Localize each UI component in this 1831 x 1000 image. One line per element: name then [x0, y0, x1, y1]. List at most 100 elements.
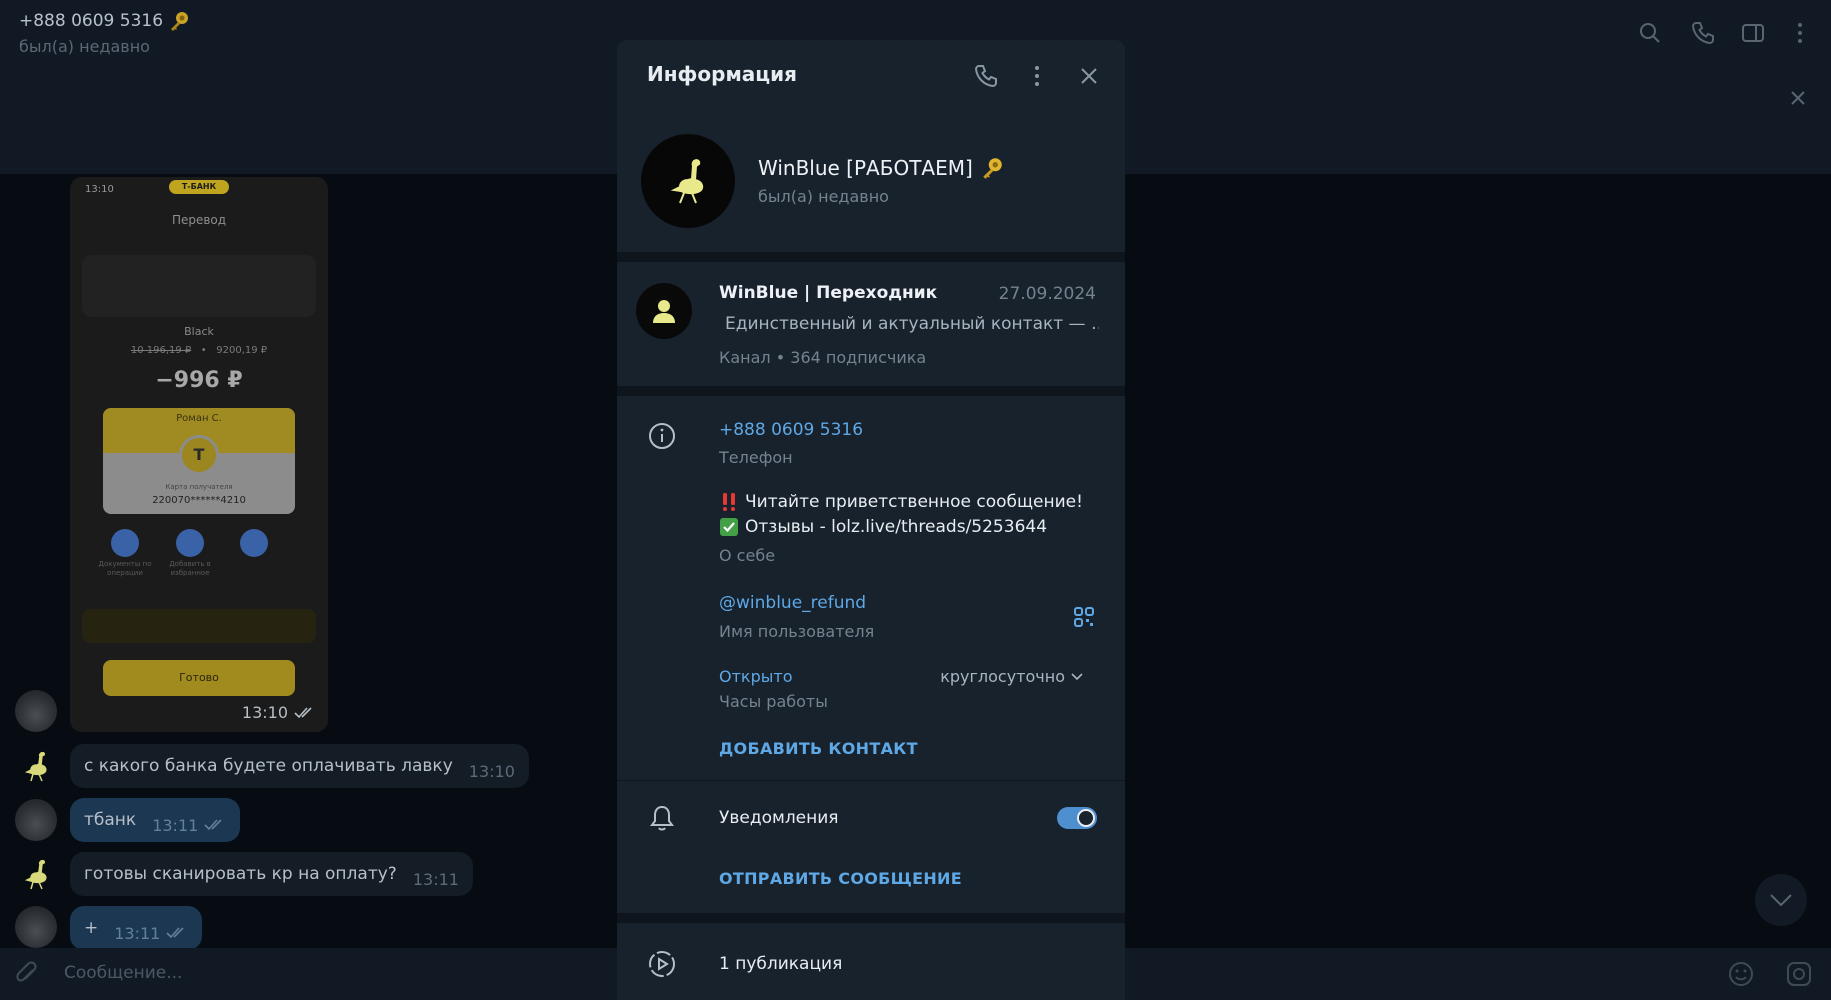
ostrich-icon	[24, 859, 47, 890]
bio-line-1-text: Читайте приветственное сообщение!	[745, 492, 1083, 512]
double-check-icon	[294, 706, 312, 718]
phone-strip	[82, 609, 316, 643]
camera-icon[interactable]	[1785, 960, 1813, 988]
avatar[interactable]	[15, 799, 57, 841]
message-bubble[interactable]: тбанк 13:11	[70, 798, 241, 842]
bio-line-2-text[interactable]: Отзывы - lolz.live/threads/5253644	[745, 517, 1047, 537]
sidebar-icon[interactable]	[1740, 20, 1766, 46]
publications-link[interactable]: 1 публикация	[719, 954, 842, 974]
phone-balances: 10 196,19 ₽ • 9200,19 ₽	[130, 345, 268, 356]
chat-title: +888 0609 5316	[19, 11, 164, 31]
message-bubble[interactable]: + 13:11	[70, 906, 203, 950]
profile-avatar[interactable]	[641, 134, 735, 228]
star-icon	[176, 529, 204, 557]
channel-description: Единственный и актуальный контакт — …	[719, 313, 1099, 335]
bank-logo: Т	[179, 435, 219, 475]
emoji-icon[interactable]	[1727, 960, 1755, 988]
info-panel: Информация WinBlue [РАБОТАЕМ] был(а) нед…	[617, 40, 1125, 1000]
chevron-down-icon	[1071, 672, 1083, 680]
message-time: 13:11	[114, 923, 161, 943]
channel-name[interactable]: WinBlue | Переходник	[719, 283, 937, 303]
key-icon	[983, 158, 1002, 179]
notifications-toggle[interactable]	[1057, 807, 1097, 829]
profile-status: был(а) недавно	[758, 187, 889, 206]
send-message-button[interactable]: ОТПРАВИТЬ СООБЩЕНИЕ	[719, 869, 962, 888]
message-text: готовы сканировать кр на оплату?	[84, 864, 397, 884]
user-icon	[653, 300, 675, 323]
phone-icon[interactable]	[972, 62, 1000, 90]
message-text: +	[84, 918, 99, 938]
chat-title-wrap[interactable]: +888 0609 5316	[19, 9, 191, 33]
bio-line-2: Отзывы - lolz.live/threads/5253644	[719, 517, 1047, 537]
bank-badge: Т-БАНК	[169, 180, 229, 194]
hours-value: круглосуточно	[940, 667, 1065, 686]
channel-desc-text: Единственный и актуальный контакт — …	[725, 314, 1099, 334]
phone-icon[interactable]	[1690, 20, 1716, 46]
add-contact-button[interactable]: ДОБАВИТЬ КОНТАКТ	[719, 739, 918, 758]
phone-status-bar: 13:10 Т-БАНК	[70, 177, 328, 201]
recipient-card: Роман С. Т Карта получателя 220070******…	[103, 408, 295, 514]
avatar[interactable]	[15, 906, 57, 948]
divider	[617, 252, 1125, 262]
message-text: с какого банка будете оплачивать лавку	[84, 756, 453, 776]
bio-line-1: Читайте приветственное сообщение!	[719, 492, 1083, 512]
phone-amount: −996 ₽	[155, 368, 243, 393]
toggle-knob	[1077, 809, 1095, 827]
ostrich-icon	[670, 159, 704, 204]
balance-old: 10 196,19 ₽	[130, 345, 192, 356]
close-icon[interactable]	[1075, 62, 1103, 90]
username-label: Имя пользователя	[719, 622, 875, 641]
search-icon[interactable]	[1637, 20, 1663, 46]
check-mark-icon	[720, 518, 738, 536]
attach-icon[interactable]	[14, 961, 40, 987]
phone-label: Телефон	[719, 448, 793, 467]
message-bubble[interactable]: готовы сканировать кр на оплату? 13:11	[70, 852, 473, 896]
hours-label: Часы работы	[719, 692, 828, 711]
avatar[interactable]	[15, 745, 57, 787]
close-icon[interactable]	[1786, 86, 1810, 110]
double-check-icon	[166, 927, 184, 939]
phone-screenshot[interactable]: 13:10 Т-БАНК Перевод Black 10 196,19 ₽ •…	[70, 177, 328, 732]
phone-card-placeholder	[82, 255, 316, 317]
channel-avatar[interactable]	[636, 283, 692, 339]
bio-label: О себе	[719, 546, 776, 565]
done-button: Готово	[103, 660, 295, 696]
double-exclamation-icon	[723, 493, 735, 511]
message-time: 13:10	[468, 761, 515, 781]
message-time: 13:11	[412, 869, 459, 889]
more-icon[interactable]	[1787, 20, 1813, 46]
avatar[interactable]	[15, 853, 57, 895]
chat-status: был(а) недавно	[19, 37, 150, 56]
hours-status: Открыто	[719, 667, 793, 686]
scroll-down-button[interactable]	[1755, 874, 1807, 926]
phone-number[interactable]: +888 0609 5316	[719, 420, 863, 440]
channel-meta: Канал • 364 подписчика	[719, 348, 927, 367]
notifications-label: Уведомления	[719, 808, 839, 828]
message-time: 13:10	[241, 703, 288, 722]
info-icon	[649, 423, 675, 449]
recipient-name: Роман С.	[176, 413, 222, 424]
divider	[617, 913, 1125, 923]
divider	[617, 386, 1125, 396]
share-icon	[240, 529, 268, 557]
qr-icon[interactable]	[1072, 605, 1096, 629]
phone-title: Перевод	[171, 213, 227, 227]
phone-time: 13:10	[85, 184, 114, 195]
balance-new: 9200,19 ₽	[216, 345, 268, 356]
ostrich-icon	[24, 751, 47, 782]
avatar[interactable]	[15, 690, 57, 732]
message-meta: 13:10	[242, 703, 316, 722]
message-input[interactable]: Сообщение...	[64, 963, 182, 983]
phone-card-type: Black	[184, 325, 214, 338]
chevron-down-icon	[1770, 894, 1792, 907]
channel-date: 27.09.2024	[998, 284, 1096, 304]
more-icon[interactable]	[1023, 62, 1051, 90]
message-bubble[interactable]: с какого банка будете оплачивать лавку 1…	[70, 744, 529, 788]
recipient-card-label: Карта получателя	[165, 483, 233, 491]
action-label: Документы по операции	[98, 560, 152, 577]
username-link[interactable]: @winblue_refund	[719, 593, 866, 613]
bell-icon	[650, 805, 674, 831]
action-label: Добавить в избранное	[169, 560, 211, 577]
documents-icon	[111, 529, 139, 557]
hours-dropdown[interactable]: круглосуточно	[940, 667, 1083, 686]
